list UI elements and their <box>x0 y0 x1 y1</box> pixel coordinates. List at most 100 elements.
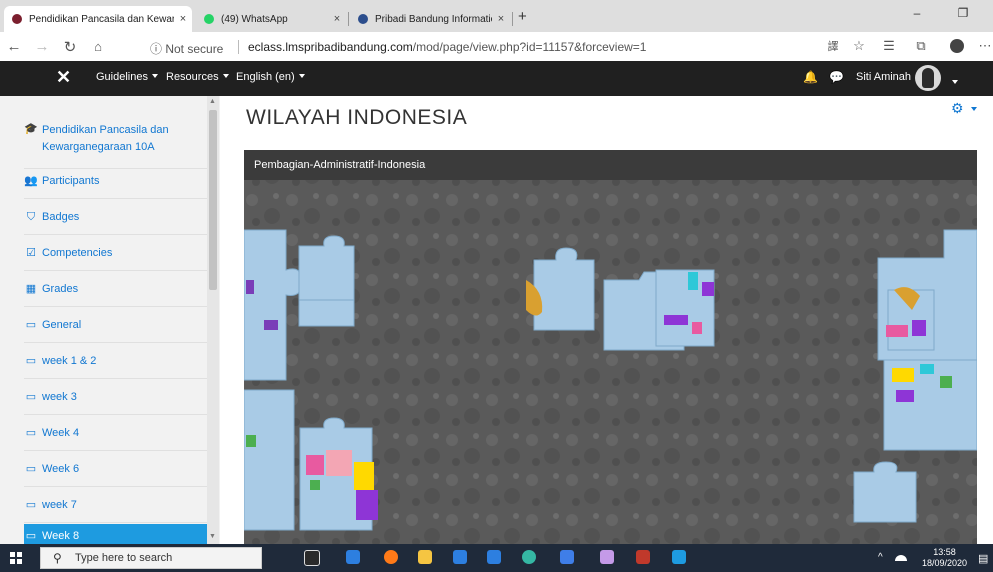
page-settings-gear-icon[interactable]: ⚙ <box>951 100 978 117</box>
firefox-icon[interactable] <box>384 550 398 564</box>
refresh-icon[interactable]: ↻ <box>60 38 80 56</box>
folder-icon: ▭ <box>25 427 37 439</box>
minimize-button[interactable]: – <box>902 6 932 20</box>
cloud-icon[interactable] <box>895 555 907 561</box>
favorite-star-icon[interactable]: ☆ <box>850 38 868 54</box>
user-avatar[interactable] <box>915 65 941 91</box>
url-field[interactable]: eclass.lmspribadibandung.com/mod/page/vi… <box>248 40 646 54</box>
paint-app-icon[interactable] <box>600 550 614 564</box>
caret-down-icon <box>222 74 229 78</box>
drawer-item-week-6[interactable]: ▭ Week 6 <box>24 452 208 487</box>
windows-start-icon[interactable] <box>10 552 22 564</box>
tab-pendidikan[interactable]: Pendidikan Pancasila dan Kewarg × <box>4 6 192 32</box>
security-indicator[interactable]: ⓘ Not secure <box>150 40 223 57</box>
tab-title: (49) WhatsApp <box>221 13 288 25</box>
drawer-item-label: Grades <box>42 283 79 295</box>
drawer-item-week-8[interactable]: ▭ Week 8 <box>24 524 208 544</box>
notifications-icon[interactable]: ▤ <box>978 552 988 565</box>
drawer-item-week-7[interactable]: ▭ week 7 <box>24 488 208 523</box>
drawer-scrollbar-thumb[interactable] <box>209 110 217 290</box>
tray-chevron-icon[interactable]: ^ <box>878 552 883 563</box>
folder-icon: ▭ <box>25 499 37 511</box>
language-menu[interactable]: English (en) <box>236 71 305 83</box>
guidelines-menu[interactable]: Guidelines <box>96 71 158 83</box>
drawer-item-course[interactable]: 🎓 Pendidikan Pancasila dan Kewarganegara… <box>24 116 208 169</box>
new-tab-button[interactable]: + <box>518 8 527 25</box>
menu-label: English (en) <box>236 71 295 83</box>
browser-tab-strip: Pendidikan Pancasila dan Kewarg × (49) W… <box>0 0 993 32</box>
tab-title: Pribadi Bandung Information Sy <box>375 13 492 25</box>
drawer-item-week-4[interactable]: ▭ Week 4 <box>24 416 208 451</box>
store-icon[interactable] <box>453 550 467 564</box>
scroll-down-icon[interactable]: ▼ <box>209 533 216 540</box>
edge-browser-icon[interactable] <box>522 550 536 564</box>
drawer-item-label: week 7 <box>42 499 77 511</box>
drawer-item-competencies[interactable]: ☑ Competencies <box>24 236 208 271</box>
chat-icon[interactable]: 💬 <box>829 70 844 84</box>
drawer-item-week-1-2[interactable]: ▭ week 1 & 2 <box>24 344 208 379</box>
caret-down-icon <box>298 74 305 78</box>
close-tab-icon[interactable]: × <box>328 13 346 25</box>
table-icon: ▦ <box>25 283 37 295</box>
resources-menu[interactable]: Resources <box>166 71 229 83</box>
search-icon: ⚲ <box>53 551 62 565</box>
user-menu-caret-icon[interactable] <box>948 75 958 89</box>
drawer-item-badges[interactable]: ⛉ Badges <box>24 200 208 235</box>
puzzle-piece[interactable] <box>299 417 378 531</box>
url-divider <box>238 40 239 54</box>
drawer-item-participants[interactable]: 👥 Participants <box>24 164 208 199</box>
scroll-up-icon[interactable]: ▲ <box>209 98 216 105</box>
home-icon[interactable]: ⌂ <box>88 39 108 54</box>
folder-icon: ▭ <box>25 355 37 367</box>
collections-icon[interactable]: ⧉ <box>912 38 930 54</box>
forward-icon[interactable]: → <box>32 38 52 55</box>
back-icon[interactable]: ← <box>4 38 24 55</box>
file-explorer-icon[interactable] <box>418 550 432 564</box>
task-view-icon[interactable] <box>304 550 320 566</box>
drawer-item-week-3[interactable]: ▭ week 3 <box>24 380 208 415</box>
search-placeholder: Type here to search <box>75 552 173 564</box>
drawer-item-label: General <box>42 319 82 331</box>
puzzle-piece[interactable] <box>526 247 595 331</box>
graduation-cap-icon: 🎓 <box>24 123 38 135</box>
close-tab-icon[interactable]: × <box>174 13 192 25</box>
drawer-close-icon[interactable]: ✕ <box>56 67 71 88</box>
course-drawer: 🎓 Pendidikan Pancasila dan Kewarganegara… <box>0 96 220 544</box>
tab-pribadi[interactable]: Pribadi Bandung Information Sy × <box>350 6 510 32</box>
puzzle-piece[interactable] <box>298 235 355 327</box>
tab-title: Pendidikan Pancasila dan Kewarg <box>29 13 174 25</box>
users-icon: 👥 <box>24 175 38 187</box>
whatsapp-favicon-icon <box>204 14 214 24</box>
tab-divider <box>348 12 349 26</box>
tab-whatsapp[interactable]: (49) WhatsApp × <box>196 6 346 32</box>
app-icon[interactable] <box>636 550 650 564</box>
translate-icon[interactable]: 譯 <box>824 38 842 54</box>
more-menu-icon[interactable]: ⋯ <box>976 38 993 54</box>
bell-icon[interactable]: 🔔 <box>803 70 818 84</box>
caret-down-icon <box>151 74 158 78</box>
drawer-item-grades[interactable]: ▦ Grades <box>24 272 208 307</box>
site-navbar: ✕ Guidelines Resources English (en) 🔔 💬 … <box>0 61 993 96</box>
tab-divider <box>512 12 513 26</box>
vpn-app-icon[interactable] <box>560 550 574 564</box>
puzzle-piece[interactable] <box>603 269 715 351</box>
user-name[interactable]: Siti Aminah <box>856 71 911 83</box>
app-icon[interactable] <box>672 550 686 564</box>
drawer-item-label: week 3 <box>42 391 77 403</box>
zoom-app-icon[interactable] <box>346 550 360 564</box>
puzzle-piece[interactable] <box>883 359 977 451</box>
close-tab-icon[interactable]: × <box>492 13 510 25</box>
taskbar-clock[interactable]: 13:58 18/09/2020 <box>922 547 967 569</box>
restore-button[interactable]: ❐ <box>948 6 978 20</box>
puzzle-board[interactable] <box>244 150 977 544</box>
drawer-item-label: Participants <box>42 175 100 187</box>
menu-label: Guidelines <box>96 71 148 83</box>
puzzle-embed[interactable]: Pembagian-Administratif-Indonesia <box>244 150 977 544</box>
taskbar-search-box[interactable]: ⚲ Type here to search <box>40 547 262 569</box>
favorites-bar-icon[interactable]: ☰ <box>880 38 898 54</box>
mail-icon[interactable] <box>487 550 501 564</box>
folder-icon: ▭ <box>25 391 37 403</box>
profile-avatar-icon[interactable] <box>950 39 964 53</box>
address-bar: ← → ↻ ⌂ ⓘ Not secure eclass.lmspribadiba… <box>0 32 993 62</box>
drawer-item-general[interactable]: ▭ General <box>24 308 208 343</box>
